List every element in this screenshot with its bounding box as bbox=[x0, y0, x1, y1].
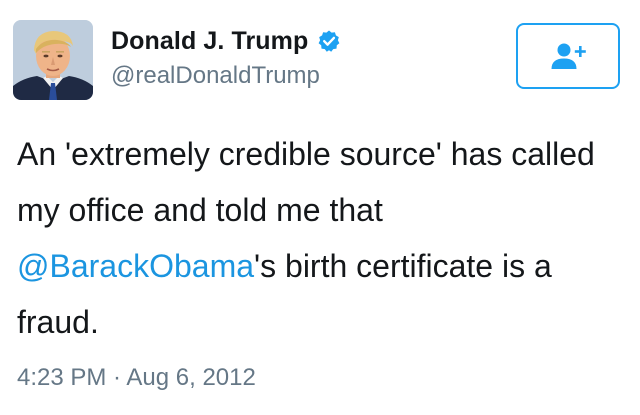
tweet-text: An 'extremely credible source' has calle… bbox=[17, 126, 622, 350]
add-user-icon bbox=[551, 43, 586, 69]
verified-badge-icon bbox=[317, 29, 341, 53]
mention-link[interactable]: @BarackObama bbox=[17, 248, 254, 284]
profile-photo-icon bbox=[13, 20, 93, 100]
display-name[interactable]: Donald J. Trump bbox=[111, 27, 308, 56]
username[interactable]: @realDonaldTrump bbox=[111, 62, 320, 90]
avatar[interactable] bbox=[13, 20, 93, 100]
timestamp[interactable]: 4:23 PM · Aug 6, 2012 bbox=[17, 364, 256, 392]
tweet-text-part: An 'extremely credible source' has calle… bbox=[17, 136, 595, 228]
follow-button[interactable] bbox=[516, 23, 620, 89]
tweet-card: Donald J. Trump @realDonaldTrump An 'ext… bbox=[0, 0, 640, 415]
author-name-row: Donald J. Trump bbox=[111, 24, 341, 58]
